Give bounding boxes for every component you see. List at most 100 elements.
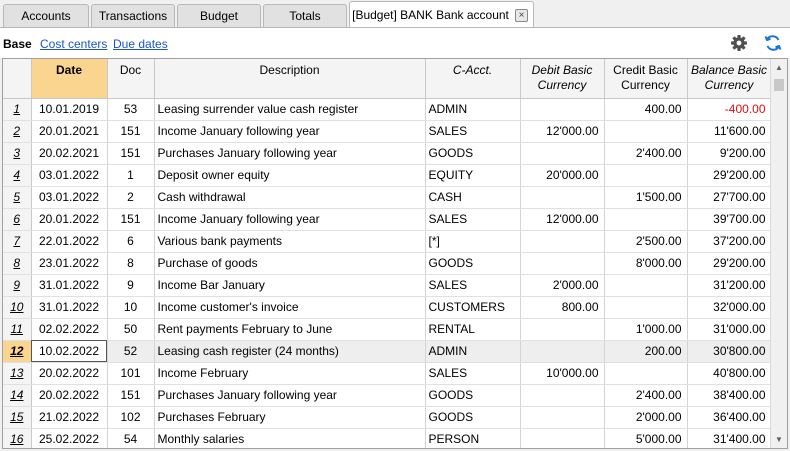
tab-totals[interactable]: Totals xyxy=(263,4,347,28)
row-number[interactable]: 11 xyxy=(3,318,32,341)
cell-credit[interactable]: 2'400.00 xyxy=(604,142,688,165)
table-row[interactable]: 11 02.02.2022 50 Rent payments February to … xyxy=(3,318,772,341)
cell-credit[interactable]: 1'000.00 xyxy=(604,318,688,341)
cell-date[interactable]: 20.02.2021 xyxy=(31,142,108,165)
cell-balance[interactable]: 31'200.00 xyxy=(687,274,772,297)
cell-date[interactable]: 20.01.2021 xyxy=(31,120,108,143)
cell-credit[interactable]: 2'400.00 xyxy=(604,384,688,407)
table-row[interactable]: 13 20.02.2022 101 Income February SALES 10'00… xyxy=(3,362,772,385)
cell-doc[interactable]: 50 xyxy=(107,318,155,341)
cell-debit[interactable] xyxy=(520,186,605,209)
cell-doc[interactable]: 151 xyxy=(107,208,155,231)
scroll-thumb[interactable] xyxy=(774,79,784,91)
cell-contra-account[interactable]: RENTAL xyxy=(425,318,521,341)
row-number[interactable]: 10 xyxy=(3,296,32,319)
cell-balance[interactable]: 39'700.00 xyxy=(687,208,772,231)
scroll-down-icon[interactable]: ▼ xyxy=(771,431,787,448)
cell-credit[interactable]: 2'000.00 xyxy=(604,406,688,429)
cell-date[interactable]: 21.02.2022 xyxy=(31,406,108,429)
cell-contra-account[interactable]: PERSON xyxy=(425,428,521,448)
cell-balance[interactable]: 30'800.00 xyxy=(687,340,772,363)
row-number[interactable]: 2 xyxy=(3,120,32,143)
cell-balance[interactable]: 38'400.00 xyxy=(687,384,772,407)
gear-icon[interactable] xyxy=(729,33,749,53)
cell-credit[interactable] xyxy=(604,296,688,319)
view-cost-centers[interactable]: Cost centers xyxy=(40,37,107,51)
cell-credit[interactable] xyxy=(604,362,688,385)
cell-debit[interactable] xyxy=(520,340,605,363)
tab-bank-account[interactable]: [Budget] BANK Bank account × xyxy=(349,1,534,29)
cell-balance[interactable]: 31'000.00 xyxy=(687,318,772,341)
cell-description[interactable]: Deposit owner equity xyxy=(154,164,426,187)
cell-debit[interactable]: 2'000.00 xyxy=(520,274,605,297)
cell-contra-account[interactable]: CUSTOMERS xyxy=(425,296,521,319)
cell-contra-account[interactable]: ADMIN xyxy=(425,98,521,121)
cell-contra-account[interactable]: EQUITY xyxy=(425,164,521,187)
row-number[interactable]: 12 xyxy=(3,340,32,363)
cell-debit[interactable]: 10'000.00 xyxy=(520,362,605,385)
cell-balance[interactable]: 11'600.00 xyxy=(687,120,772,143)
table-row[interactable]: 9 31.01.2022 9 Income Bar January SALES 2'000… xyxy=(3,274,772,297)
row-number[interactable]: 9 xyxy=(3,274,32,297)
cell-balance[interactable]: 37'200.00 xyxy=(687,230,772,253)
row-number[interactable]: 6 xyxy=(3,208,32,231)
cell-balance[interactable]: 29'200.00 xyxy=(687,252,772,275)
cell-credit[interactable] xyxy=(604,164,688,187)
cell-balance[interactable]: 32'000.00 xyxy=(687,296,772,319)
cell-date[interactable]: 10.01.2019 xyxy=(31,98,108,121)
cell-doc[interactable]: 6 xyxy=(107,230,155,253)
cell-date[interactable]: 20.02.2022 xyxy=(31,384,108,407)
cell-credit[interactable] xyxy=(604,274,688,297)
cell-description[interactable]: Income Bar January xyxy=(154,274,426,297)
cell-date[interactable]: 31.01.2022 xyxy=(31,296,108,319)
cell-credit[interactable]: 8'000.00 xyxy=(604,252,688,275)
tab-budget[interactable]: Budget xyxy=(177,4,261,28)
cell-description[interactable]: Purchases January following year xyxy=(154,142,426,165)
cell-credit[interactable]: 1'500.00 xyxy=(604,186,688,209)
table-row[interactable]: 3 20.02.2021 151 Purchases January followin… xyxy=(3,142,772,165)
cell-date[interactable]: 20.02.2022 xyxy=(31,362,108,385)
cell-contra-account[interactable]: GOODS xyxy=(425,252,521,275)
scroll-up-icon[interactable]: ▲ xyxy=(771,59,787,76)
cell-debit[interactable]: 800.00 xyxy=(520,296,605,319)
cell-description[interactable]: Various bank payments xyxy=(154,230,426,253)
cell-description[interactable]: Income January following year xyxy=(154,208,426,231)
cell-credit[interactable] xyxy=(604,120,688,143)
cell-balance[interactable]: 29'200.00 xyxy=(687,164,772,187)
cell-contra-account[interactable]: SALES xyxy=(425,120,521,143)
cell-debit[interactable]: 12'000.00 xyxy=(520,208,605,231)
column-header-debit[interactable]: Debit Basic Currency xyxy=(520,59,605,99)
cell-debit[interactable]: 12'000.00 xyxy=(520,120,605,143)
row-number[interactable]: 7 xyxy=(3,230,32,253)
cell-description[interactable]: Purchases January following year xyxy=(154,384,426,407)
cell-balance[interactable]: 31'400.00 xyxy=(687,428,772,448)
column-header-contra-account[interactable]: C-Acct. xyxy=(425,59,521,99)
cell-date[interactable]: 25.02.2022 xyxy=(31,428,108,448)
cell-contra-account[interactable]: GOODS xyxy=(425,142,521,165)
column-header-credit[interactable]: Credit Basic Currency xyxy=(604,59,688,99)
cell-doc[interactable]: 10 xyxy=(107,296,155,319)
cell-date[interactable]: 03.01.2022 xyxy=(31,164,108,187)
table-row[interactable]: 12 10.02.2022 52 Leasing cash register (24 … xyxy=(3,340,772,363)
cell-balance[interactable]: 36'400.00 xyxy=(687,406,772,429)
cell-description[interactable]: Rent payments February to June xyxy=(154,318,426,341)
table-row[interactable]: 5 03.01.2022 2 Cash withdrawal CASH 1'500.00 2… xyxy=(3,186,772,209)
cell-date[interactable]: 02.02.2022 xyxy=(31,318,108,341)
cell-date[interactable]: 22.01.2022 xyxy=(31,230,108,253)
cell-description[interactable]: Monthly salaries xyxy=(154,428,426,448)
cell-debit[interactable]: 20'000.00 xyxy=(520,164,605,187)
cell-contra-account[interactable]: SALES xyxy=(425,274,521,297)
tab-accounts[interactable]: Accounts xyxy=(3,4,89,28)
cell-contra-account[interactable]: SALES xyxy=(425,362,521,385)
cell-doc[interactable]: 53 xyxy=(107,98,155,121)
table-row[interactable]: 8 23.01.2022 8 Purchase of goods GOODS 8'000.… xyxy=(3,252,772,275)
cell-doc[interactable]: 9 xyxy=(107,274,155,297)
refresh-icon[interactable] xyxy=(763,33,783,53)
row-number[interactable]: 1 xyxy=(3,98,32,121)
cell-doc[interactable]: 52 xyxy=(107,340,155,363)
cell-balance[interactable]: 40'800.00 xyxy=(687,362,772,385)
cell-date[interactable]: 31.01.2022 xyxy=(31,274,108,297)
table-row[interactable]: 7 22.01.2022 6 Various bank payments [*] 2'50… xyxy=(3,230,772,253)
row-number[interactable]: 16 xyxy=(3,428,32,448)
vertical-scrollbar[interactable]: ▲ ▼ xyxy=(770,59,787,448)
